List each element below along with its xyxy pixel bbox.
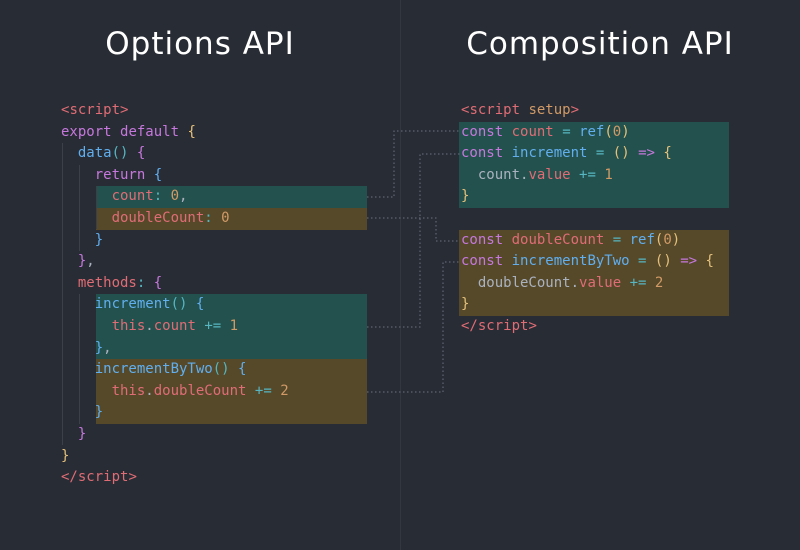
connector-count	[367, 130, 460, 198]
connector-incrementbytwo	[367, 261, 460, 393]
connector-increment	[367, 153, 460, 328]
connector-lines	[367, 130, 460, 393]
connector-doublecount	[367, 217, 460, 242]
